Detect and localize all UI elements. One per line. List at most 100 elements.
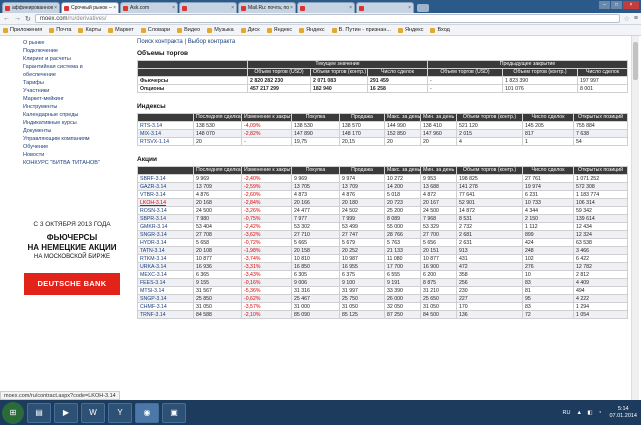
taskbar-explorer-icon[interactable]: ▤ — [27, 402, 51, 423]
browser-tab[interactable]: Ask.com × — [120, 2, 178, 13]
tab-search-contract[interactable]: Поиск контракта — [137, 39, 183, 45]
contract-link[interactable]: SBPR-3.14 — [137, 214, 194, 223]
new-tab-button[interactable] — [417, 4, 429, 12]
deutsche-bank-logo[interactable]: DEUTSCHE BANK — [24, 273, 120, 295]
contract-link[interactable]: SBRF-3.14 — [137, 174, 194, 183]
sidebar-item[interactable]: Клиринг и расчеты — [17, 55, 127, 63]
browser-tab[interactable]: × — [297, 2, 355, 13]
sidebar-item[interactable]: Календарные спреды — [17, 111, 127, 119]
contract-link[interactable]: RTSVX-1.14 — [137, 137, 194, 146]
url-input[interactable]: moex.com/ru/derivatives/ — [34, 14, 620, 23]
table-cell: -3,31% — [241, 262, 292, 271]
maximize-button[interactable]: □ — [611, 1, 622, 9]
contract-link[interactable]: MEXC-3.14 — [137, 270, 194, 279]
browser-tab[interactable]: × — [356, 2, 414, 13]
contract-link[interactable]: RTS-3.14 — [137, 121, 194, 130]
browser-tab[interactable]: × — [179, 2, 237, 13]
start-button[interactable]: ⊞ — [2, 401, 24, 424]
clock[interactable]: 5:14 07.01.2014 — [609, 406, 637, 420]
contract-link[interactable]: TRNF-3.14 — [137, 310, 194, 319]
close-icon[interactable]: × — [172, 5, 175, 11]
contract-link[interactable]: VTBR-3.14 — [137, 190, 194, 199]
bookmark-item[interactable]: Музыка — [207, 27, 234, 33]
language-indicator[interactable]: RU — [562, 410, 570, 416]
sidebar-item[interactable]: Гарантийная система и — [17, 63, 127, 71]
sidebar-item[interactable]: обеспечение — [17, 71, 127, 79]
table-cell: 227 — [456, 294, 523, 303]
sidebar-item[interactable]: Подключение — [17, 47, 127, 55]
table-cell: 102 — [522, 254, 574, 263]
browser-tab[interactable]: аффинированное золо× — [2, 2, 60, 13]
scrollbar[interactable] — [631, 36, 639, 400]
sidebar-item[interactable]: Маркет-мейкинг — [17, 95, 127, 103]
bookmark-item[interactable]: Приложения — [3, 27, 42, 33]
close-icon[interactable]: × — [290, 5, 293, 11]
table-cell: 2 820 282 230 — [247, 76, 311, 85]
table-cell: 13 709 — [193, 182, 242, 191]
close-icon[interactable]: × — [54, 5, 57, 11]
bookmark-item[interactable]: Яндекс — [266, 27, 292, 33]
minimize-button[interactable]: – — [599, 1, 610, 9]
sidebar-item[interactable]: Управляющим компаниям — [17, 135, 127, 143]
bookmark-item[interactable]: Маркет — [108, 27, 134, 33]
browser-tab-active[interactable]: Срочный рынок — Моск× — [61, 2, 119, 13]
sidebar-item[interactable]: О рынке — [17, 39, 127, 47]
star-icon[interactable]: ☆ — [624, 15, 630, 23]
taskbar-media-icon[interactable]: ▶ — [54, 402, 78, 423]
taskbar-word-icon[interactable]: W — [81, 402, 105, 423]
taskbar-yandex-icon[interactable]: Y — [108, 402, 132, 423]
sidebar-item[interactable]: Индикативные курсы — [17, 119, 127, 127]
back-arrow-icon[interactable]: ← — [3, 15, 10, 22]
table-cell: 16 850 — [291, 262, 340, 271]
bookmark-item[interactable]: Диск — [240, 27, 260, 33]
contract-link[interactable]: URKA-3.14 — [137, 262, 194, 271]
reload-icon[interactable]: ↻ — [25, 15, 31, 23]
bookmark-icon — [299, 27, 305, 33]
contract-link[interactable]: GAZR-3.14 — [137, 182, 194, 191]
taskbar-chrome-icon[interactable]: ◉ — [135, 402, 159, 423]
contract-link[interactable]: GMKR-3.14 — [137, 222, 194, 231]
contract-link[interactable]: SNGP-3.14 — [137, 294, 194, 303]
scrollbar-thumb[interactable] — [633, 42, 638, 80]
sidebar-item[interactable]: Участники — [17, 87, 127, 95]
sidebar-item[interactable]: Документы — [17, 127, 127, 135]
sidebar-item[interactable]: КОНКУРС "БИТВА ТИТАНОВ" — [17, 159, 127, 167]
contract-link[interactable]: MIX-3.14 — [137, 129, 194, 138]
table-cell: 85 125 — [339, 310, 385, 319]
contract-link[interactable]: MTSI-3.14 — [137, 286, 194, 295]
close-icon[interactable]: × — [349, 5, 352, 11]
taskbar-app-icon[interactable]: ▣ — [162, 402, 186, 423]
window-close-button[interactable]: × — [623, 1, 639, 9]
browser-tab[interactable]: Mail.Ru: почта, поиск в× — [238, 2, 296, 13]
bookmark-item[interactable]: Карты — [78, 27, 101, 33]
menu-icon[interactable]: ≡ — [634, 15, 638, 22]
sidebar-item[interactable]: Новости — [17, 151, 127, 159]
tray-icons[interactable]: ▲ ◧ ◔ — [576, 410, 603, 416]
bookmark-item[interactable]: Вход — [430, 27, 450, 33]
contract-link[interactable]: LKOH-3.14 — [137, 198, 194, 207]
bookmark-item[interactable]: Яндекс — [397, 27, 423, 33]
contract-link[interactable]: HYDR-3.14 — [137, 238, 194, 247]
bookmark-item[interactable]: Яндекс — [299, 27, 325, 33]
contract-link[interactable]: CHMF-3.14 — [137, 302, 194, 311]
contract-link[interactable]: TATN-3.14 — [137, 246, 194, 255]
sidebar-item[interactable]: Инструменты — [17, 103, 127, 111]
forward-arrow-icon[interactable]: → — [14, 15, 21, 22]
bookmark-label: Яндекс — [306, 27, 325, 33]
close-icon[interactable]: × — [231, 5, 234, 11]
sidebar-item[interactable]: Тарифы — [17, 79, 127, 87]
close-icon[interactable]: × — [113, 5, 116, 11]
ad-banner[interactable]: С 3 ОКТЯБРЯ 2013 ГОДА ФЬЮЧЕРСЫ НА НЕМЕЦК… — [17, 221, 127, 295]
bookmark-item[interactable]: Словари — [140, 27, 170, 33]
table-row: VTBR-3.14 4 876 -2,60% 4 873 4 876 5 018 4 872… — [137, 190, 628, 199]
bookmark-item[interactable]: Почта — [49, 27, 71, 33]
contract-link[interactable]: RTKM-3.14 — [137, 254, 194, 263]
close-icon[interactable]: × — [408, 5, 411, 11]
contract-link[interactable]: SNGR-3.14 — [137, 230, 194, 239]
bookmark-item[interactable]: Видео — [177, 27, 200, 33]
sidebar-item[interactable]: Обучение — [17, 143, 127, 151]
contract-link[interactable]: ROSN-3.14 — [137, 206, 194, 215]
contract-link[interactable]: FEES-3.14 — [137, 278, 194, 287]
bookmark-item[interactable]: В. Путин - признан... — [331, 27, 391, 33]
tab-select-contract[interactable]: Выбор контракта — [188, 39, 236, 45]
